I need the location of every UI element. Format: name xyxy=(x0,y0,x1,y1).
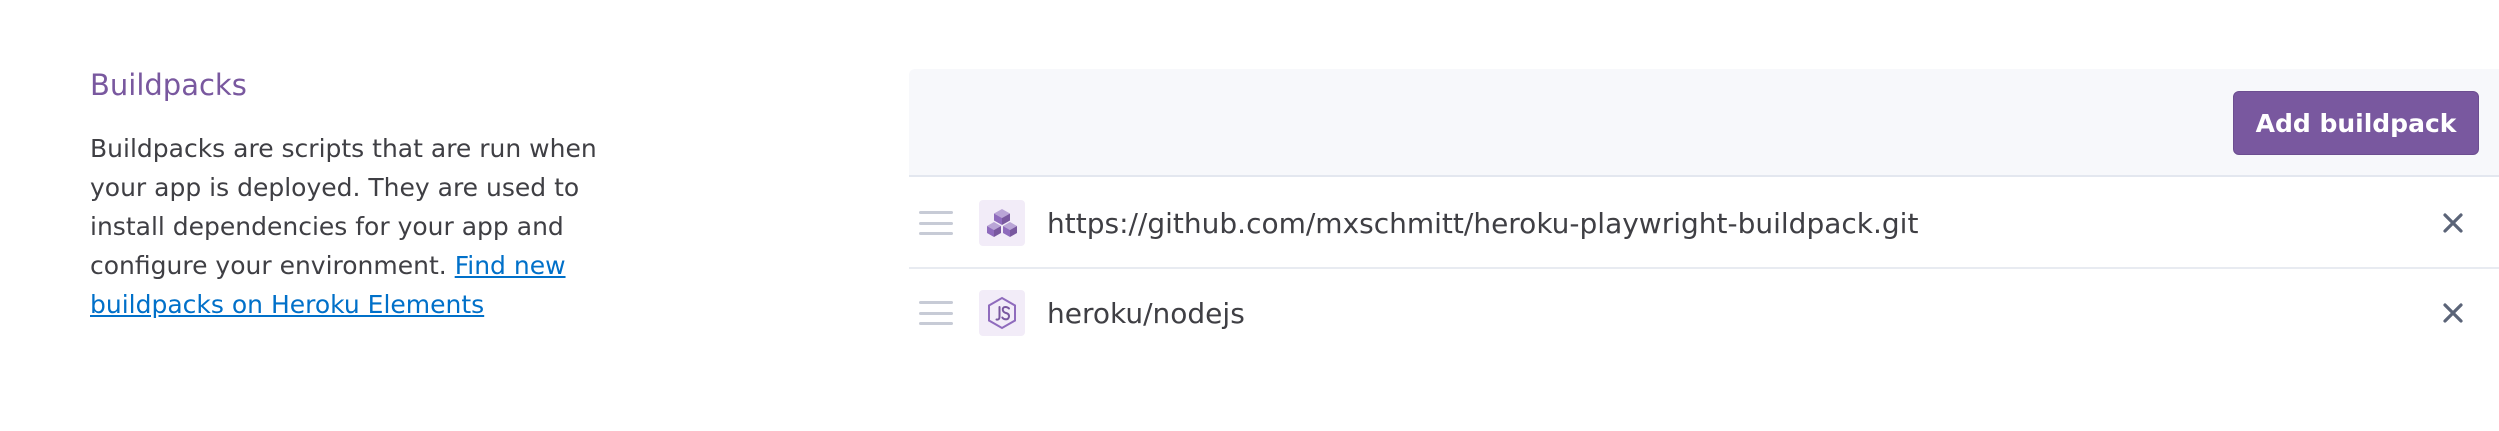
buildpacks-info: Buildpacks Buildpacks are scripts that a… xyxy=(90,68,650,324)
buildpack-row: https://github.com/mxschmitt/heroku-play… xyxy=(909,179,2499,269)
remove-buildpack-icon[interactable] xyxy=(2439,209,2467,237)
nodejs-icon xyxy=(979,290,1025,336)
drag-handle-icon[interactable] xyxy=(919,301,953,325)
remove-buildpack-icon[interactable] xyxy=(2439,299,2467,327)
section-title: Buildpacks xyxy=(90,68,247,102)
buildpack-name: heroku/nodejs xyxy=(1047,296,1245,330)
buildpacks-panel: Add buildpack https://github.com/mxschmi… xyxy=(909,69,2499,431)
buildpack-name: https://github.com/mxschmitt/heroku-play… xyxy=(1047,206,1919,240)
add-buildpack-button[interactable]: Add buildpack xyxy=(2233,91,2479,155)
buildpack-row: heroku/nodejs xyxy=(909,269,2499,357)
cubes-icon xyxy=(979,200,1025,246)
section-description: Buildpacks are scripts that are run when… xyxy=(90,129,650,324)
drag-handle-icon[interactable] xyxy=(919,211,953,235)
panel-header: Add buildpack xyxy=(909,69,2499,177)
